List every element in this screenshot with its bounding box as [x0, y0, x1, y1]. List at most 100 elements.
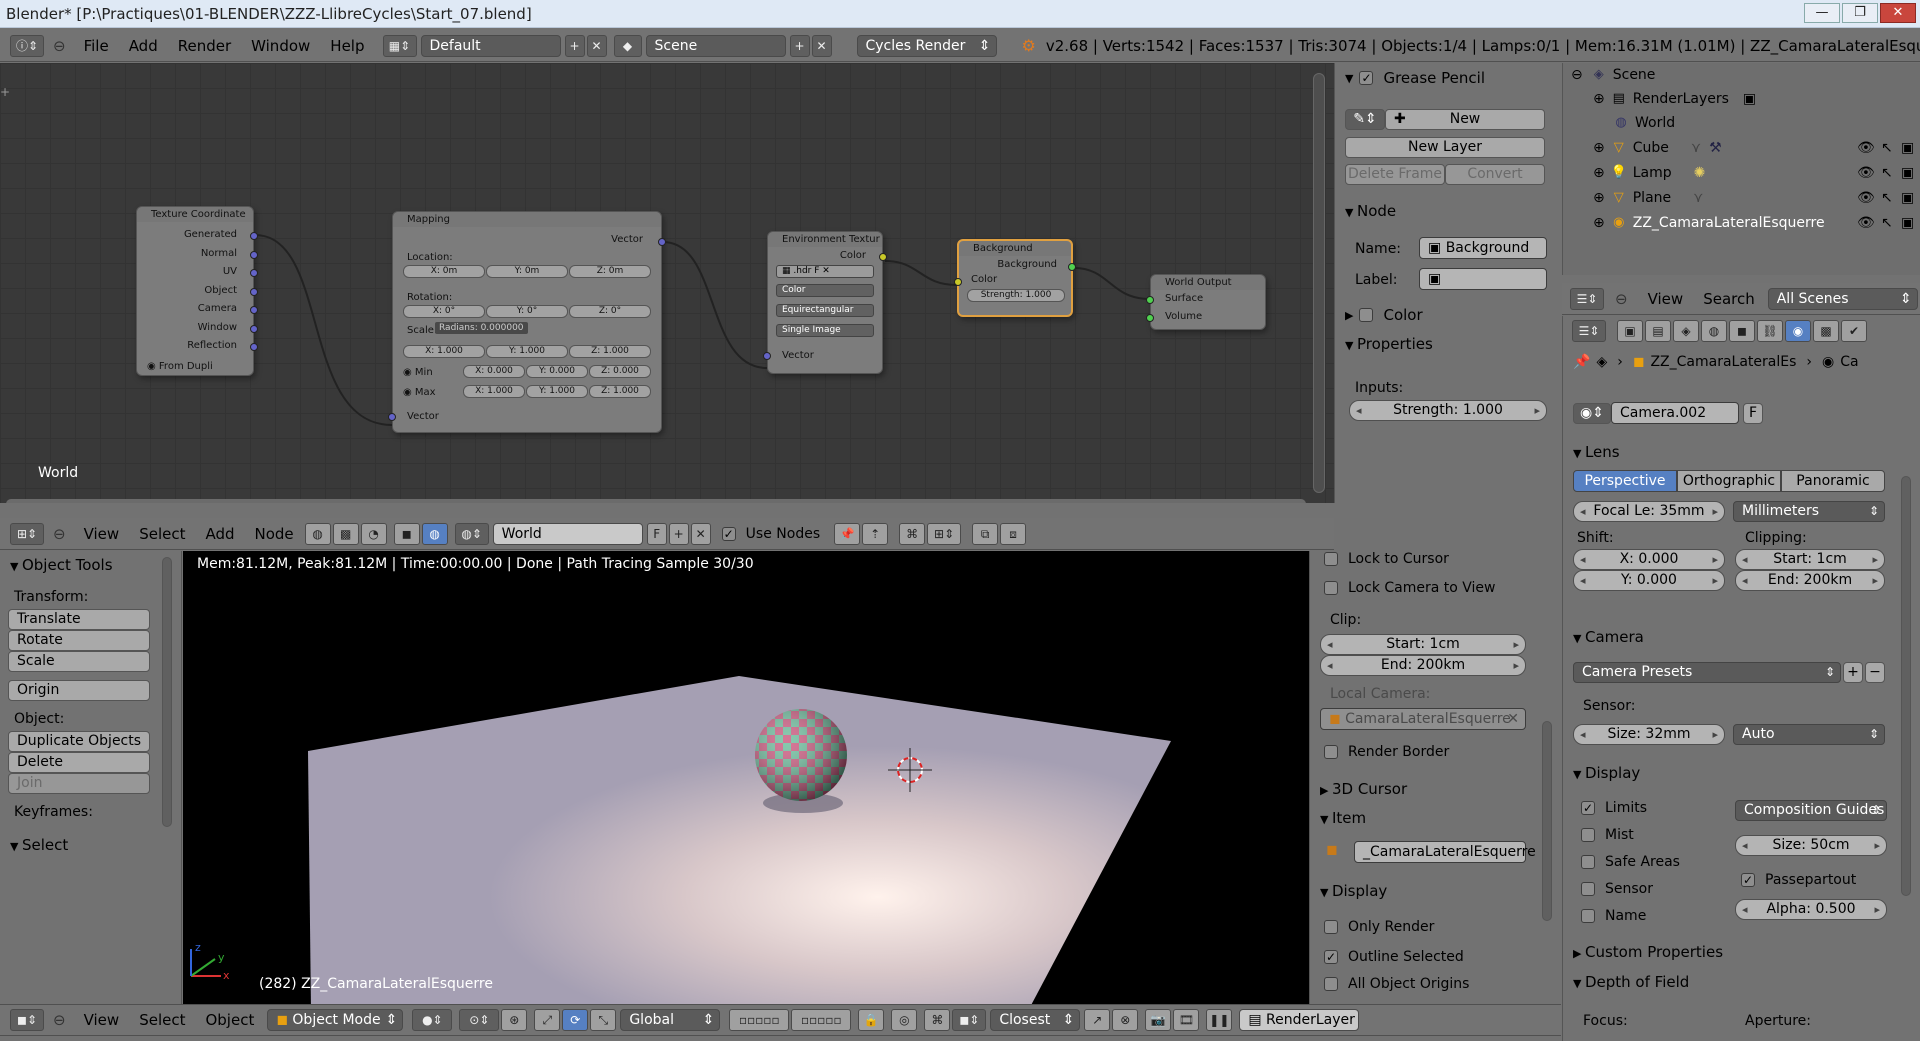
remove-scene-icon[interactable]: ✕	[811, 34, 832, 57]
texture-tab-icon[interactable]: ▩	[1813, 320, 1839, 342]
node-environment-texture[interactable]: Environment Textur Color ▦ .hdr F ✕ Colo…	[763, 231, 887, 374]
snap-element-icon[interactable]: ⊞⇕	[927, 522, 962, 545]
min-checkbox[interactable]: ◉ Min	[403, 367, 433, 378]
pivot-point-icon[interactable]: ⊙⇕	[459, 1009, 500, 1031]
convert-button[interactable]: Convert	[1445, 164, 1545, 185]
pencil-icon[interactable]: ✎⇕	[1345, 109, 1385, 130]
socket-vector-in[interactable]	[388, 413, 396, 421]
local-camera-field[interactable]: ◼ CamaraLateralEsquerre ✕	[1320, 708, 1526, 730]
visibility-eye-icon[interactable]: 👁	[1857, 165, 1875, 181]
delete-button[interactable]: Delete	[8, 752, 150, 773]
outline-selected-checkbox[interactable]: ✓ Outline Selected	[1324, 949, 1464, 965]
socket-color-in[interactable]	[954, 278, 962, 286]
menu-help[interactable]: Help	[330, 37, 364, 55]
clip-end-slider[interactable]: End: 200km	[1320, 655, 1526, 676]
socket-background-out[interactable]	[1068, 263, 1076, 271]
outliner[interactable]: ⊖ ◈ Scene ⊕ ▤ RenderLayers ▣ ◍ World ⊕ ▽ Cube ⋎ ⚒ 👁…	[1562, 63, 1920, 275]
socket-camera[interactable]	[250, 306, 258, 314]
rot-z-field[interactable]: Z: 0°	[569, 305, 651, 318]
clip-end-slider[interactable]: End: 200km	[1735, 570, 1885, 591]
pin-node-tree-icon[interactable]: 📌	[834, 522, 861, 545]
physics-tab-icon[interactable]: ✔	[1841, 320, 1867, 342]
socket-generated[interactable]	[250, 232, 258, 240]
properties-scrollbar[interactable]	[1901, 476, 1911, 896]
render-engine-dropdown[interactable]: Cycles Render ⇕	[856, 34, 997, 57]
scale-manipulator-icon[interactable]: ⤡	[590, 1009, 617, 1031]
collapse-icon[interactable]: ⊖	[53, 1011, 66, 1029]
grease-new-button[interactable]: ✚ New	[1385, 109, 1545, 130]
texture-nodes-icon[interactable]: ▩	[332, 522, 359, 545]
menu-view[interactable]: View	[84, 525, 120, 543]
minimize-button[interactable]: —	[1804, 3, 1840, 23]
camera-data-tab-icon[interactable]: ◉	[1785, 320, 1811, 342]
image-selector[interactable]: ▦ .hdr F ✕	[776, 265, 874, 278]
fake-user-button[interactable]: F	[646, 522, 667, 545]
fake-user-button[interactable]: F	[1743, 403, 1763, 424]
expand-icon[interactable]: ⊖	[1571, 67, 1583, 83]
all-object-origins-checkbox[interactable]: All Object Origins	[1324, 976, 1469, 992]
menu-render[interactable]: Render	[178, 37, 231, 55]
sensor-checkbox[interactable]: Sensor	[1581, 881, 1653, 897]
outliner-row-renderlayers[interactable]: ⊕ ▤ RenderLayers ▣	[1563, 89, 1920, 109]
duplicate-objects-button[interactable]: Duplicate Objects	[8, 731, 150, 752]
node-world-output[interactable]: World Output Surface Volume	[1146, 274, 1266, 330]
camera-name-field[interactable]: Camera.002	[1611, 402, 1739, 424]
display-panel-header[interactable]: Display	[1320, 882, 1387, 900]
lock-camera-to-view-checkbox[interactable]: Lock Camera to View	[1324, 580, 1496, 596]
passepartout-checkbox[interactable]: ✓ Passepartout	[1741, 872, 1856, 888]
add-preset-icon[interactable]: +	[1843, 662, 1863, 683]
render-still-icon[interactable]: 📷	[1145, 1009, 1172, 1031]
close-button[interactable]: ✕	[1880, 3, 1916, 23]
projection-dropdown[interactable]: Equirectangular	[776, 304, 874, 317]
max-y-field[interactable]: Y: 1.000	[526, 385, 588, 398]
select-cursor-icon[interactable]: ↖	[1881, 140, 1893, 156]
node-background[interactable]: Background Background Color Strength: 1.…	[954, 239, 1076, 317]
color-panel-header[interactable]: ▶ Color	[1345, 306, 1423, 324]
snap-target-dropdown[interactable]: Closest ⇕	[990, 1009, 1081, 1031]
socket-vector-in[interactable]	[763, 352, 771, 360]
outliner-row-world[interactable]: ◍ World	[1563, 113, 1920, 133]
render-camera-icon[interactable]: ▣	[1901, 140, 1914, 156]
scene-tab-icon[interactable]: ◈	[1673, 320, 1699, 342]
node-panel-header[interactable]: Node	[1345, 202, 1396, 220]
min-z-field[interactable]: Z: 0.000	[589, 365, 651, 378]
outliner-editor-type-icon[interactable]: ☰⇕	[1570, 287, 1604, 310]
scale-y-field[interactable]: Y: 1.000	[486, 345, 568, 358]
layers-grid-a[interactable]: ▫▫▫▫▫	[729, 1009, 790, 1031]
clip-start-slider[interactable]: Start: 1cm	[1735, 549, 1885, 570]
render-camera-icon[interactable]: ▣	[1901, 190, 1914, 206]
safe-areas-checkbox[interactable]: Safe Areas	[1581, 854, 1680, 870]
depth-of-field-panel-header[interactable]: Depth of Field	[1573, 973, 1689, 991]
viewport-shading-icon[interactable]: ●⇕	[412, 1009, 453, 1031]
scale-button[interactable]: Scale	[8, 651, 150, 672]
rotate-button[interactable]: Rotate	[8, 630, 150, 651]
menu-node[interactable]: Node	[255, 525, 294, 543]
node-mapping[interactable]: Mapping Vector Location: X: 0m Y: 0m Z: …	[388, 211, 666, 433]
expand-icon[interactable]: ⊕	[1593, 190, 1605, 206]
outliner-row-plane[interactable]: ⊕ ▽ Plane ⋎ 👁 ↖ ▣	[1563, 188, 1920, 208]
source-dropdown[interactable]: Single Image	[776, 324, 874, 337]
display-panel-header[interactable]: Display	[1573, 764, 1640, 782]
menu-select[interactable]: Select	[139, 1011, 185, 1029]
custom-properties-panel-header[interactable]: Custom Properties	[1573, 943, 1723, 961]
menu-window[interactable]: Window	[251, 37, 310, 55]
menu-view[interactable]: View	[84, 1011, 120, 1029]
expand-icon[interactable]: ⊕	[1593, 165, 1605, 181]
new-layer-button[interactable]: New Layer	[1345, 137, 1545, 158]
menu-file[interactable]: File	[84, 37, 109, 55]
composition-guides-dropdown[interactable]: Composition Guides	[1735, 800, 1887, 821]
collapse-icon[interactable]: ⊖	[53, 37, 66, 55]
copy-nodes-icon[interactable]: ⧉	[972, 522, 999, 545]
pause-render-icon[interactable]: ❚❚	[1206, 1009, 1233, 1031]
outliner-row-lamp[interactable]: ⊕ 💡 Lamp ✺ 👁 ↖ ▣	[1563, 163, 1920, 183]
tab-perspective[interactable]: Perspective	[1573, 470, 1677, 492]
camera-datablock-icon[interactable]: ◉⇕	[1573, 403, 1611, 424]
socket-uv[interactable]	[250, 269, 258, 277]
snap-align-icon[interactable]: ↗	[1084, 1009, 1111, 1031]
add-scene-icon[interactable]: +	[789, 34, 810, 57]
shift-y-slider[interactable]: Y: 0.000	[1573, 570, 1725, 591]
collapse-icon[interactable]: ⊖	[1615, 290, 1628, 308]
clip-start-slider[interactable]: Start: 1cm	[1320, 634, 1526, 655]
object-shader-icon[interactable]: ◼	[393, 522, 420, 545]
scene-field[interactable]: Scene	[645, 34, 786, 57]
